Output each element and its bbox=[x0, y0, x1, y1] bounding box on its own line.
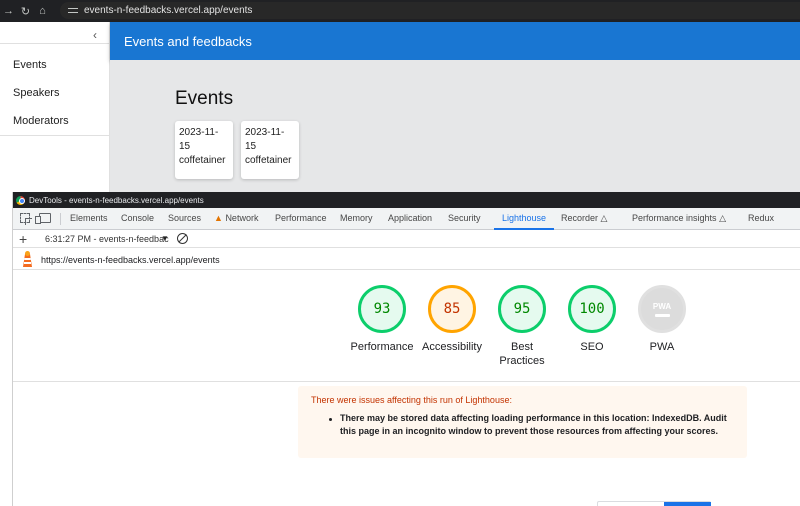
warning-item: There may be stored data affecting loadi… bbox=[340, 413, 727, 436]
gauge-label-pwa: PWA bbox=[649, 341, 675, 353]
gauge-label-best-practices: Best Practices bbox=[499, 341, 545, 367]
pwa-dash-icon bbox=[654, 313, 670, 317]
chrome-icon bbox=[16, 195, 25, 205]
event-name: coffetainer bbox=[245, 155, 292, 166]
app-header: Events and feedbacks bbox=[110, 22, 800, 60]
devtools-titlebar: DevTools - events-n-feedbacks.vercel.app… bbox=[13, 192, 800, 208]
forward-icon[interactable]: → bbox=[0, 0, 17, 22]
score-value: 85 bbox=[443, 301, 461, 317]
app-title: Events and feedbacks bbox=[124, 33, 252, 49]
address-url: events-n-feedbacks.vercel.app/events bbox=[84, 5, 253, 16]
reload-icon[interactable]: ↻ bbox=[17, 0, 34, 22]
warning-icon: ▲ bbox=[214, 213, 223, 223]
caret-down-icon[interactable]: ▼ bbox=[161, 234, 169, 243]
toolbar-divider bbox=[60, 213, 61, 225]
tab-network-label: Network bbox=[225, 213, 259, 223]
report-url-row: https://events-n-feedbacks.vercel.app/ev… bbox=[13, 248, 800, 270]
event-date: 2023-11-15 bbox=[179, 127, 219, 152]
tab-elements[interactable]: Elements bbox=[70, 213, 108, 223]
gauge-best-practices[interactable]: 95 bbox=[498, 285, 546, 333]
tab-redux[interactable]: Redux bbox=[748, 213, 774, 223]
tab-application[interactable]: Application bbox=[388, 213, 432, 223]
tab-sources[interactable]: Sources bbox=[168, 213, 201, 223]
tab-performance-insights[interactable]: Performance insights △ bbox=[632, 213, 726, 224]
score-value: 95 bbox=[513, 301, 531, 317]
home-icon[interactable]: ⌂ bbox=[34, 0, 51, 22]
tab-memory[interactable]: Memory bbox=[340, 213, 373, 223]
tab-performance[interactable]: Performance bbox=[275, 213, 327, 223]
address-bar[interactable]: events-n-feedbacks.vercel.app/events bbox=[60, 2, 800, 19]
lighthouse-icon bbox=[23, 251, 32, 267]
event-card[interactable]: 2023-11-15 coffetainer bbox=[241, 121, 299, 179]
gauge-label-seo: SEO bbox=[580, 341, 604, 353]
tab-security[interactable]: Security bbox=[448, 213, 481, 223]
clear-icon[interactable] bbox=[177, 233, 188, 244]
segment-selected[interactable] bbox=[664, 502, 711, 506]
event-card[interactable]: 2023-11-15 coffetainer bbox=[175, 121, 233, 179]
app-sidebar: ‹ Events Speakers Moderators bbox=[0, 22, 110, 192]
warning-title: There were issues affecting this run of … bbox=[311, 395, 512, 405]
report-url[interactable]: https://events-n-feedbacks.vercel.app/ev… bbox=[41, 255, 220, 265]
report-select[interactable]: 6:31:27 PM - events-n-feedbac bbox=[45, 234, 169, 244]
inspect-element-icon[interactable] bbox=[20, 213, 32, 225]
score-value: 100 bbox=[579, 301, 605, 317]
main-content: Events 2023-11-15 coffetainer 2023-11-15… bbox=[110, 60, 800, 192]
site-info-icon[interactable] bbox=[68, 7, 78, 15]
page-title: Events bbox=[175, 88, 234, 109]
sidebar-divider bbox=[0, 43, 110, 44]
plus-icon[interactable]: + bbox=[19, 231, 27, 247]
run-warnings: There were issues affecting this run of … bbox=[298, 386, 747, 458]
sidebar-item-moderators[interactable]: Moderators bbox=[13, 115, 69, 127]
bullet-icon bbox=[329, 418, 332, 421]
sidebar-item-speakers[interactable]: Speakers bbox=[13, 87, 59, 99]
gauge-label-accessibility: Accessibility bbox=[422, 341, 482, 353]
chevron-left-icon[interactable]: ‹ bbox=[93, 28, 97, 42]
event-name: coffetainer bbox=[179, 155, 226, 166]
devtools-tabbar: Elements Console Sources ▲ Network Perfo… bbox=[13, 208, 800, 230]
gauge-label-performance: Performance bbox=[350, 341, 414, 353]
gauge-seo[interactable]: 100 bbox=[568, 285, 616, 333]
tab-network[interactable]: ▲ Network bbox=[214, 213, 258, 223]
sidebar-divider bbox=[0, 135, 110, 136]
segmented-control[interactable] bbox=[597, 501, 711, 506]
event-date: 2023-11-15 bbox=[245, 127, 285, 152]
gauge-pwa[interactable]: PWA bbox=[638, 285, 686, 333]
devtools-title: DevTools - events-n-feedbacks.vercel.app… bbox=[29, 195, 204, 205]
tab-console[interactable]: Console bbox=[121, 213, 154, 223]
score-value: 93 bbox=[373, 301, 391, 317]
tab-recorder-label: Recorder bbox=[561, 213, 599, 223]
section-divider bbox=[13, 381, 800, 382]
flask-icon: △ bbox=[600, 213, 608, 223]
tab-performance-insights-label: Performance insights bbox=[632, 213, 717, 223]
gauge-accessibility[interactable]: 85 bbox=[428, 285, 476, 333]
flask-icon: △ bbox=[719, 213, 726, 223]
browser-toolbar: → ↻ ⌂ events-n-feedbacks.vercel.app/even… bbox=[0, 0, 800, 22]
tab-lighthouse[interactable]: Lighthouse bbox=[502, 213, 546, 223]
lighthouse-toolbar: + 6:31:27 PM - events-n-feedbac ▼ bbox=[13, 230, 800, 248]
tab-recorder[interactable]: Recorder △ bbox=[561, 213, 607, 224]
sidebar-item-events[interactable]: Events bbox=[13, 59, 47, 71]
devtools-window: DevTools - events-n-feedbacks.vercel.app… bbox=[12, 192, 800, 506]
pwa-badge-text: PWA bbox=[652, 301, 672, 311]
device-toolbar-icon[interactable] bbox=[35, 213, 51, 224]
gauge-performance[interactable]: 93 bbox=[358, 285, 406, 333]
